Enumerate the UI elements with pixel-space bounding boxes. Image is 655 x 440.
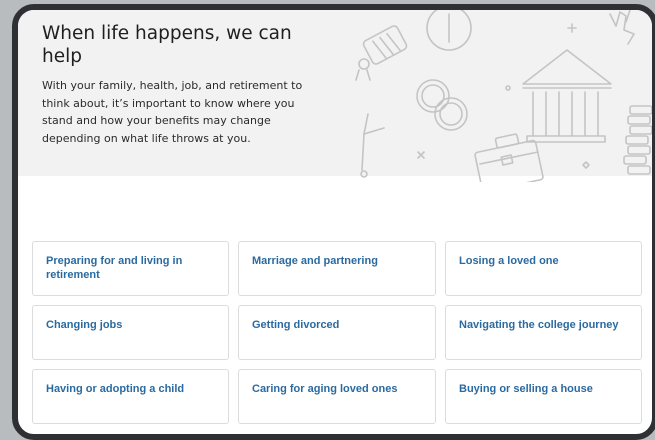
life-events-illustration	[318, 10, 652, 193]
life-event-label[interactable]: Changing jobs	[46, 319, 216, 333]
life-event-label[interactable]: Losing a loved one	[459, 255, 629, 269]
hero-description: With your family, health, job, and retir…	[42, 79, 303, 145]
life-event-label[interactable]: Marriage and partnering	[252, 255, 423, 269]
life-event-card-retirement[interactable]: Preparing for and living in retirement	[32, 241, 229, 296]
cane-icon	[360, 113, 385, 178]
life-events-grid: Preparing for and living in retirement M…	[32, 241, 643, 424]
life-event-label[interactable]: Preparing for and living in retirement	[46, 255, 216, 282]
life-event-card-child[interactable]: Having or adopting a child	[32, 369, 229, 424]
life-event-card-house[interactable]: Buying or selling a house	[445, 369, 642, 424]
device-frame: When life happens, we can help With your…	[12, 4, 655, 440]
life-event-card-caregiving[interactable]: Caring for aging loved ones	[238, 369, 436, 424]
diploma-icon	[355, 25, 408, 81]
hero-banner: When life happens, we can help With your…	[18, 10, 652, 193]
hero-text: When life happens, we can help With your…	[42, 22, 327, 147]
hand-icon	[609, 10, 635, 45]
life-event-label[interactable]: Navigating the college journey	[459, 319, 629, 333]
coin-icon	[426, 10, 472, 51]
life-event-card-college[interactable]: Navigating the college journey	[445, 305, 642, 360]
coin-stack-icon	[623, 105, 652, 175]
life-event-label[interactable]: Buying or selling a house	[459, 383, 629, 397]
life-event-label[interactable]: Caring for aging loved ones	[252, 383, 423, 397]
bank-icon	[522, 49, 612, 143]
life-event-label[interactable]: Having or adopting a child	[46, 383, 216, 397]
life-event-card-divorce[interactable]: Getting divorced	[238, 305, 436, 360]
life-event-card-loss[interactable]: Losing a loved one	[445, 241, 642, 296]
life-event-label[interactable]: Getting divorced	[252, 319, 423, 333]
plus-icon	[567, 23, 577, 33]
hero-title: When life happens, we can help	[42, 23, 292, 67]
rings-icon	[416, 79, 468, 131]
life-event-card-marriage[interactable]: Marriage and partnering	[238, 241, 436, 296]
life-event-card-changing-jobs[interactable]: Changing jobs	[32, 305, 229, 360]
briefcase-icon	[474, 133, 544, 193]
